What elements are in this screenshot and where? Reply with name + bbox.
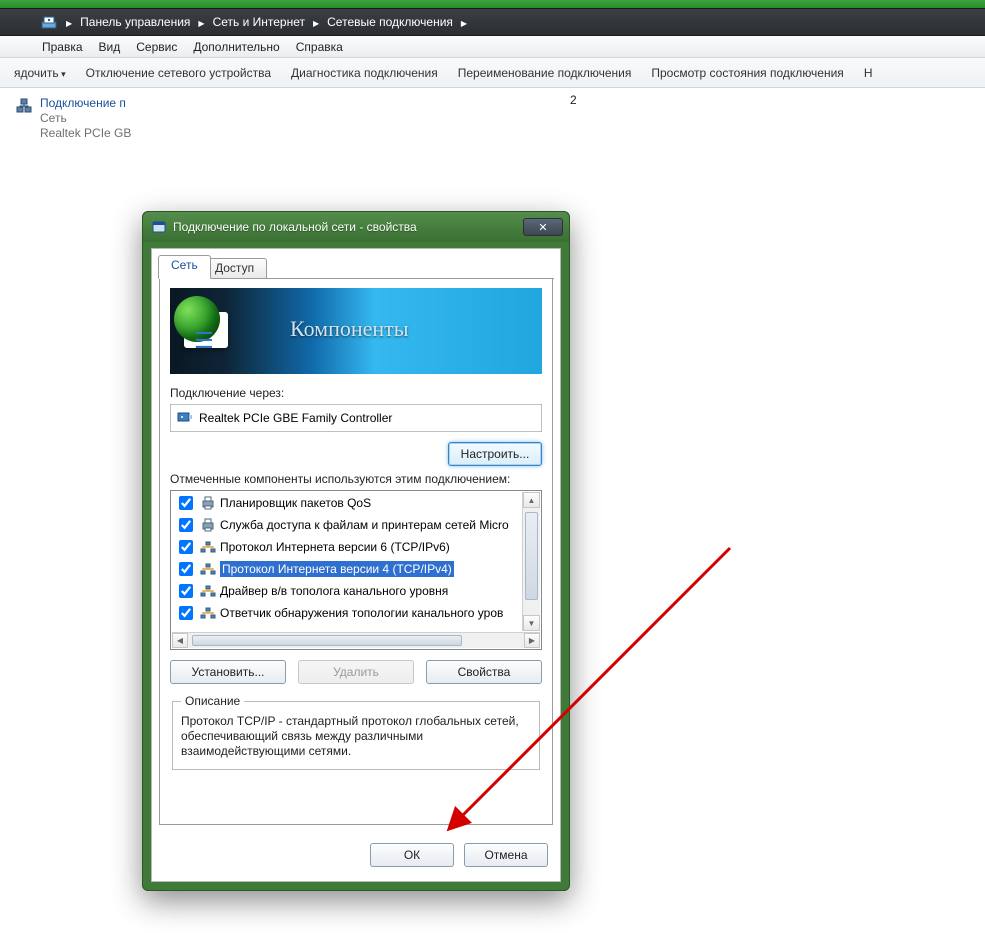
component-row[interactable]: Планировщик пакетов QoS xyxy=(172,492,521,514)
breadcrumb-separator-icon xyxy=(196,15,206,29)
menu-view[interactable]: Вид xyxy=(91,40,129,54)
command-bar: ядочить Отключение сетевого устройства Д… xyxy=(0,58,985,88)
protocol-icon xyxy=(200,562,216,576)
component-row[interactable]: Драйвер в/в тополога канального уровня xyxy=(172,580,521,602)
cancel-button[interactable]: Отмена xyxy=(464,843,548,867)
components-list: Планировщик пакетов QoS Служба доступа к … xyxy=(170,490,542,650)
close-button[interactable]: ✕ xyxy=(523,218,563,236)
connection-tile[interactable]: Подключение п Сеть Realtek PCIe GB xyxy=(14,96,254,141)
breadcrumb-item[interactable]: Сетевые подключения xyxy=(321,15,459,29)
tab-network[interactable]: Сеть xyxy=(158,255,211,279)
adapter-box: Realtek PCIe GBE Family Controller xyxy=(170,404,542,432)
adapter-icon xyxy=(177,409,193,428)
protocol-icon xyxy=(200,540,216,554)
scroll-up-icon[interactable]: ▲ xyxy=(523,492,540,508)
menu-tools[interactable]: Сервис xyxy=(128,40,185,54)
component-checkbox[interactable] xyxy=(179,540,193,554)
connection-icon xyxy=(14,96,34,132)
component-row[interactable]: Служба доступа к файлам и принтерам сете… xyxy=(172,514,521,536)
tabs: Сеть Доступ xyxy=(158,255,554,279)
component-row[interactable]: Ответчик обнаружения топологии канальног… xyxy=(172,602,521,624)
component-checkbox[interactable] xyxy=(179,606,193,620)
network-folder-icon xyxy=(40,13,58,31)
scroll-thumb[interactable] xyxy=(525,512,538,600)
component-row[interactable]: Протокол Интернета версии 4 (TCP/IPv4) xyxy=(172,558,521,580)
hscroll-thumb[interactable] xyxy=(192,635,462,646)
remove-button: Удалить xyxy=(298,660,414,684)
scroll-down-icon[interactable]: ▼ xyxy=(523,615,540,631)
close-icon: ✕ xyxy=(538,221,547,234)
component-label: Планировщик пакетов QoS xyxy=(220,496,371,510)
menu-bar: Правка Вид Сервис Дополнительно Справка xyxy=(0,36,985,58)
description-group: Описание Протокол TCP/IP - стандартный п… xyxy=(172,694,540,770)
dialog-icon xyxy=(151,219,167,235)
dialog-title: Подключение по локальной сети - свойства xyxy=(173,220,523,234)
menu-help[interactable]: Справка xyxy=(288,40,351,54)
component-checkbox[interactable] xyxy=(179,496,193,510)
component-checkbox[interactable] xyxy=(179,518,193,532)
description-text: Протокол TCP/IP - стандартный протокол г… xyxy=(181,714,531,759)
components-label: Отмеченные компоненты используются этим … xyxy=(170,472,542,486)
printer-icon xyxy=(200,518,216,532)
breadcrumb-item[interactable]: Панель управления xyxy=(74,15,196,29)
cmd-disable-device[interactable]: Отключение сетевого устройства xyxy=(76,66,281,80)
stray-text-fragment: 2 xyxy=(570,93,577,107)
install-button[interactable]: Установить... xyxy=(170,660,286,684)
connection-name: Подключение п xyxy=(40,96,131,111)
checklist-icon: ☰ xyxy=(194,328,214,354)
component-label: Протокол Интернета версии 6 (TCP/IPv6) xyxy=(220,540,450,554)
vertical-scrollbar[interactable]: ▲ ▼ xyxy=(522,492,540,631)
component-row[interactable]: Протокол Интернета версии 6 (TCP/IPv6) xyxy=(172,536,521,558)
banner-text: Компоненты xyxy=(290,316,409,342)
breadcrumb-separator-icon xyxy=(459,15,469,29)
tab-page-network: ☰ Компоненты Подключение через: Realtek … xyxy=(159,279,553,825)
adapter-name: Realtek PCIe GBE Family Controller xyxy=(199,411,392,425)
protocol-icon xyxy=(200,606,216,620)
component-label: Ответчик обнаружения топологии канальног… xyxy=(220,606,503,620)
cmd-rename[interactable]: Переименование подключения xyxy=(448,66,642,80)
component-checkbox[interactable] xyxy=(179,562,193,576)
address-bar: Панель управления Сеть и Интернет Сетевы… xyxy=(0,8,985,36)
component-label: Протокол Интернета версии 4 (TCP/IPv4) xyxy=(220,561,454,577)
menu-edit[interactable]: Правка xyxy=(34,40,91,54)
connect-through-label: Подключение через: xyxy=(170,386,542,400)
printer-icon xyxy=(200,496,216,510)
horizontal-scrollbar[interactable]: ◀ ▶ xyxy=(172,632,540,648)
dialog-titlebar[interactable]: Подключение по локальной сети - свойства… xyxy=(143,212,569,242)
cmd-diagnose[interactable]: Диагностика подключения xyxy=(281,66,448,80)
content-area: Подключение п Сеть Realtek PCIe GB 2 Под… xyxy=(0,88,985,933)
window-top-accent xyxy=(0,0,985,8)
properties-dialog: Подключение по локальной сети - свойства… xyxy=(142,211,570,891)
scroll-right-icon[interactable]: ▶ xyxy=(524,633,540,648)
breadcrumb-separator-icon xyxy=(311,15,321,29)
component-checkbox[interactable] xyxy=(179,584,193,598)
configure-button[interactable]: Настроить... xyxy=(448,442,542,466)
tab-sharing[interactable]: Доступ xyxy=(202,258,267,279)
cmd-view-status[interactable]: Просмотр состояния подключения xyxy=(641,66,853,80)
components-banner: ☰ Компоненты xyxy=(170,288,542,374)
menu-extra[interactable]: Дополнительно xyxy=(185,40,287,54)
breadcrumb-separator-icon xyxy=(64,15,74,29)
dialog-body: Сеть Доступ ☰ Компоненты Подключение чер… xyxy=(151,248,561,882)
connection-device: Realtek PCIe GB xyxy=(40,126,131,141)
description-legend: Описание xyxy=(181,694,244,708)
scroll-left-icon[interactable]: ◀ xyxy=(172,633,188,648)
ok-button[interactable]: ОК xyxy=(370,843,454,867)
cmd-organize[interactable]: ядочить xyxy=(4,66,76,80)
breadcrumb-item[interactable]: Сеть и Интернет xyxy=(207,15,311,29)
connection-status: Сеть xyxy=(40,111,131,126)
component-label: Служба доступа к файлам и принтерам сете… xyxy=(220,518,509,532)
component-label: Драйвер в/в тополога канального уровня xyxy=(220,584,448,598)
properties-button[interactable]: Свойства xyxy=(426,660,542,684)
protocol-icon xyxy=(200,584,216,598)
cmd-truncated[interactable]: Н xyxy=(854,66,883,80)
